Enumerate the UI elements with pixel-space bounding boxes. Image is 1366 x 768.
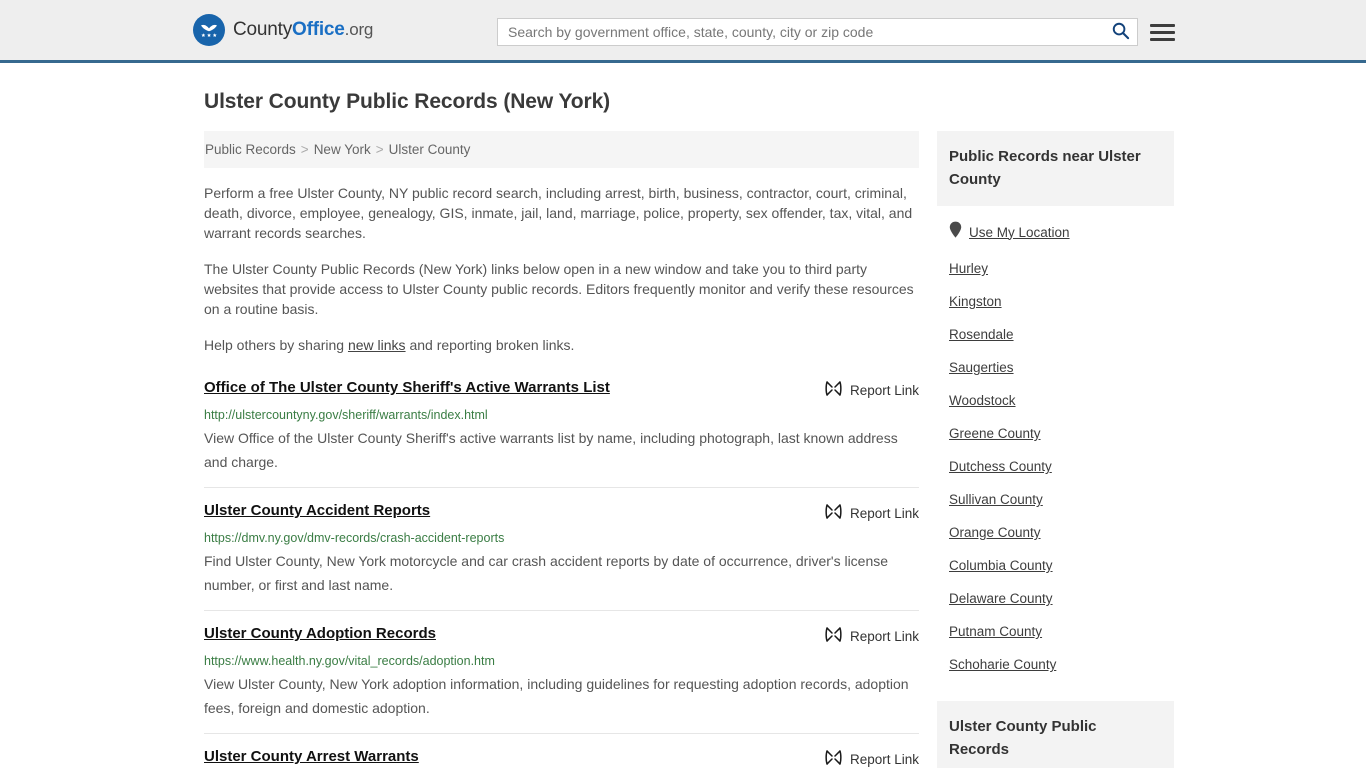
sidebar-item-label[interactable]: Sullivan County [949, 492, 1043, 507]
broken-link-icon [825, 749, 842, 768]
sidebar-item-label[interactable]: Rosendale [949, 327, 1014, 342]
page-container: Ulster County Public Records (New York) … [0, 90, 1366, 768]
report-link-button[interactable]: Report Link [825, 502, 919, 523]
result-title-link[interactable]: Ulster County Accident Reports [204, 502, 430, 520]
search-bar [497, 18, 1138, 46]
sidebar-item-label[interactable]: Schoharie County [949, 657, 1056, 672]
report-link-label: Report Link [849, 505, 919, 521]
main-column: Public Records > New York > Ulster County Pe… [204, 131, 919, 768]
sidebar-item-label[interactable]: Columbia County [949, 558, 1053, 573]
sidebar-item-columbia-county[interactable]: Columbia County [949, 549, 1174, 582]
search-input[interactable] [498, 19, 1103, 45]
result-url[interactable]: https://www.health.ny.gov/vital_records/… [204, 654, 919, 669]
report-link-button[interactable]: Report Link [825, 625, 919, 646]
sidebar-item-label: Use My Location [969, 224, 1070, 240]
sidebar-item-rosendale[interactable]: Rosendale [949, 318, 1174, 351]
hamburger-menu-button[interactable] [1150, 19, 1176, 45]
result-header: Office of The Ulster County Sheriff's Ac… [204, 379, 919, 400]
sidebar-item-label[interactable]: Saugerties [949, 360, 1014, 375]
sidebar-item-label[interactable]: Woodstock [949, 393, 1016, 408]
report-link-button[interactable]: Report Link [825, 748, 919, 768]
results-list: Office of The Ulster County Sheriff's Ac… [204, 377, 919, 768]
report-link-label: Report Link [849, 382, 919, 398]
sidebar: Public Records near Ulster County Use My… [937, 131, 1174, 768]
brand-part-tld: .org [344, 20, 374, 39]
result-title-link[interactable]: Ulster County Arrest Warrants [204, 748, 419, 766]
breadcrumb-separator: > [375, 142, 384, 157]
sidebar-links-list: Use My Location Hurley Kingston Rosendale S… [937, 206, 1174, 681]
new-links-link[interactable]: new links [348, 337, 406, 353]
sidebar-nearby-heading: Public Records near Ulster County [937, 131, 1174, 206]
sidebar-item-dutchess-county[interactable]: Dutchess County [949, 450, 1174, 483]
result-title-link[interactable]: Ulster County Adoption Records [204, 625, 436, 643]
hamburger-menu-icon-bar [1150, 30, 1175, 34]
result-header: Ulster County Adoption Records Report Lin… [204, 625, 919, 646]
brand-part-county: County [233, 19, 293, 40]
sidebar-item-saugerties[interactable]: Saugerties [949, 351, 1174, 384]
result-url[interactable]: https://dmv.ny.gov/dmv-records/crash-acc… [204, 531, 919, 546]
search-icon [1111, 21, 1130, 43]
sidebar-item-delaware-county[interactable]: Delaware County [949, 582, 1174, 615]
sidebar-item-label[interactable]: Delaware County [949, 591, 1053, 606]
result-item: Office of The Ulster County Sheriff's Ac… [204, 377, 919, 487]
intro-text-after-link: and reporting broken links. [405, 337, 575, 353]
breadcrumb-item-public-records[interactable]: Public Records [205, 142, 296, 157]
brand-part-office: Office [292, 19, 345, 40]
search-button[interactable] [1103, 19, 1137, 45]
report-link-label: Report Link [849, 751, 919, 767]
breadcrumb: Public Records > New York > Ulster County [204, 131, 919, 168]
eagle-shield-logo-icon [193, 14, 225, 46]
sidebar-item-sullivan-county[interactable]: Sullivan County [949, 483, 1174, 516]
map-pin-icon [949, 221, 962, 243]
sidebar-item-use-my-location[interactable]: Use My Location [949, 212, 1174, 252]
result-description: View Office of the Ulster County Sheriff… [204, 430, 898, 470]
sidebar-item-label[interactable]: Dutchess County [949, 459, 1052, 474]
sidebar-records-heading: Ulster County Public Records [937, 701, 1174, 768]
result-description: Find Ulster County, New York motorcycle … [204, 553, 889, 593]
breadcrumb-item-new-york[interactable]: New York [314, 142, 371, 157]
sidebar-item-label[interactable]: Orange County [949, 525, 1041, 540]
report-link-label: Report Link [849, 628, 919, 644]
site-logo-link[interactable]: CountyOffice.org [193, 14, 373, 46]
result-description: View Ulster County, New York adoption in… [204, 676, 909, 716]
sidebar-item-label[interactable]: Kingston [949, 294, 1002, 309]
result-url[interactable]: http://ulstercountyny.gov/sheriff/warran… [204, 408, 919, 423]
sidebar-item-putnam-county[interactable]: Putnam County [949, 615, 1174, 648]
result-header: Ulster County Accident Reports Report Lin… [204, 502, 919, 523]
result-item: Ulster County Adoption Records Report Lin… [204, 610, 919, 733]
intro-paragraph-1: Perform a free Ulster County, NY public … [204, 185, 913, 241]
sidebar-item-label[interactable]: Greene County [949, 426, 1041, 441]
sidebar-item-orange-county[interactable]: Orange County [949, 516, 1174, 549]
sidebar-item-greene-county[interactable]: Greene County [949, 417, 1174, 450]
result-title-link[interactable]: Office of The Ulster County Sheriff's Ac… [204, 379, 610, 397]
sidebar-item-label[interactable]: Putnam County [949, 624, 1042, 639]
sidebar-item-kingston[interactable]: Kingston [949, 285, 1174, 318]
site-logo-text: CountyOffice.org [233, 19, 373, 41]
sidebar-item-woodstock[interactable]: Woodstock [949, 384, 1174, 417]
hamburger-menu-icon-bar [1150, 37, 1175, 41]
intro-text: Perform a free Ulster County, NY public … [204, 183, 919, 355]
report-link-button[interactable]: Report Link [825, 379, 919, 400]
sidebar-item-schoharie-county[interactable]: Schoharie County [949, 648, 1174, 681]
breadcrumb-item-ulster-county[interactable]: Ulster County [389, 142, 471, 157]
intro-text-before-link: Help others by sharing [204, 337, 348, 353]
broken-link-icon [825, 503, 842, 523]
broken-link-icon [825, 626, 842, 646]
intro-paragraph-2: The Ulster County Public Records (New Yo… [204, 261, 914, 317]
intro-paragraph-3: Help others by sharing new links and rep… [204, 335, 919, 355]
result-item: Ulster County Arrest Warrants Report Link… [204, 733, 919, 768]
sidebar-item-label[interactable]: Hurley [949, 261, 988, 276]
breadcrumb-separator: > [300, 142, 309, 157]
result-header: Ulster County Arrest Warrants Report Link [204, 748, 919, 768]
content-layout: Public Records > New York > Ulster County Pe… [204, 131, 1174, 768]
hamburger-menu-icon-bar [1150, 23, 1175, 27]
sidebar-item-hurley[interactable]: Hurley [949, 252, 1174, 285]
site-header: CountyOffice.org [0, 0, 1366, 63]
broken-link-icon [825, 380, 842, 400]
result-item: Ulster County Accident Reports Report Lin… [204, 487, 919, 610]
page-title: Ulster County Public Records (New York) [204, 90, 611, 113]
